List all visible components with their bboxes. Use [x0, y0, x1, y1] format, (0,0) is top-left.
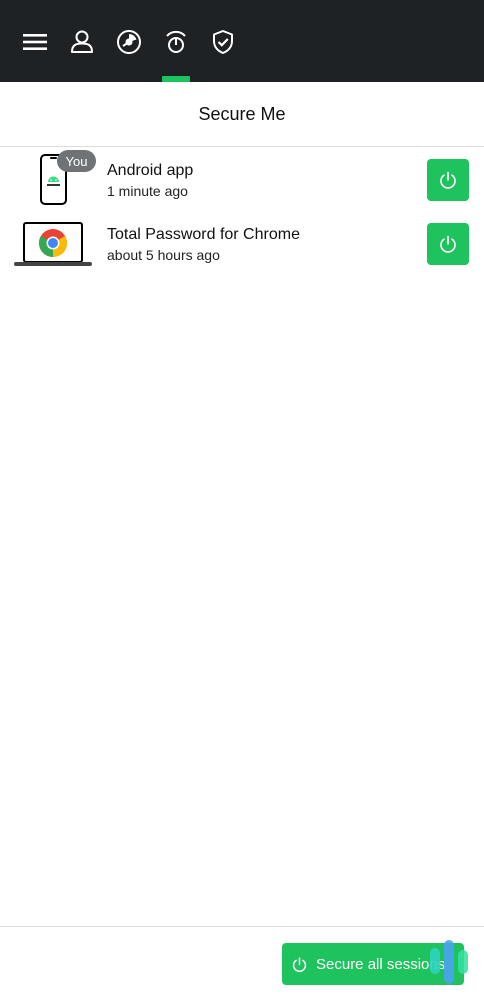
power-icon — [440, 235, 456, 253]
end-session-button[interactable] — [427, 223, 469, 265]
session-row: Total Password for Chrome about 5 hours … — [0, 214, 484, 274]
shield-check-icon[interactable] — [205, 28, 241, 68]
session-name: Android app — [107, 162, 194, 179]
session-time: about 5 hours ago — [107, 247, 220, 263]
floating-bars-icon[interactable] — [428, 940, 472, 984]
session-time: 1 minute ago — [107, 183, 188, 199]
dashboard-icon[interactable] — [111, 28, 147, 68]
power-icon — [292, 956, 307, 972]
page-header: Secure Me — [0, 82, 484, 147]
session-name: Total Password for Chrome — [107, 226, 300, 243]
user-icon[interactable] — [64, 28, 100, 68]
current-device-badge: You — [57, 150, 96, 172]
chrome-laptop-icon — [14, 222, 92, 273]
menu-icon[interactable] — [17, 28, 53, 68]
power-icon — [440, 171, 456, 189]
top-nav-bar — [0, 0, 484, 82]
secure-me-icon[interactable] — [158, 28, 194, 68]
secure-all-label: Secure all sessions — [316, 955, 446, 973]
page-title: Secure Me — [198, 103, 286, 124]
end-session-button[interactable] — [427, 159, 469, 201]
